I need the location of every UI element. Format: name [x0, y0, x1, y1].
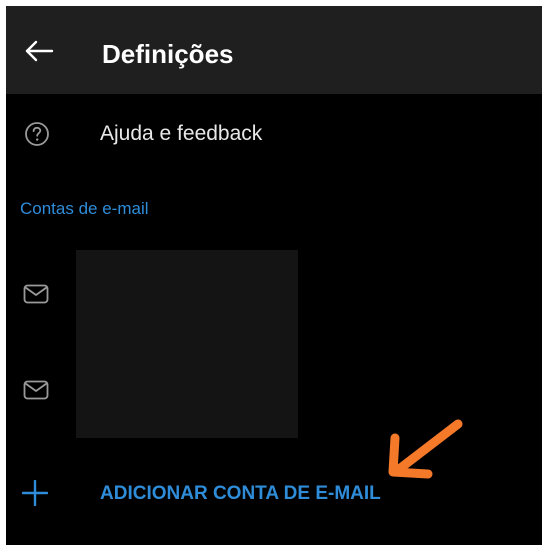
email-account-item[interactable]: [6, 360, 76, 420]
back-button[interactable]: [20, 37, 58, 65]
email-account-item[interactable]: [6, 264, 76, 324]
orange-arrow-annotation-icon: [388, 419, 463, 479]
redacted-account-details: [76, 250, 298, 438]
app-bar: Definições: [6, 6, 542, 94]
mail-icon: [23, 380, 49, 400]
settings-screen: Definições Ajuda e feedback Contas de e-…: [6, 6, 542, 545]
page-title: Definições: [102, 39, 234, 69]
plus-icon: [22, 480, 48, 506]
add-email-account-label: ADICIONAR CONTA DE E-MAIL: [100, 483, 381, 504]
help-feedback-item[interactable]: Ajuda e feedback: [6, 104, 542, 164]
help-circle-icon: [25, 122, 49, 146]
mail-icon: [23, 284, 49, 304]
email-accounts-section-header: Contas de e-mail: [20, 199, 149, 218]
help-feedback-label: Ajuda e feedback: [100, 122, 263, 145]
arrow-left-icon: [25, 40, 54, 62]
